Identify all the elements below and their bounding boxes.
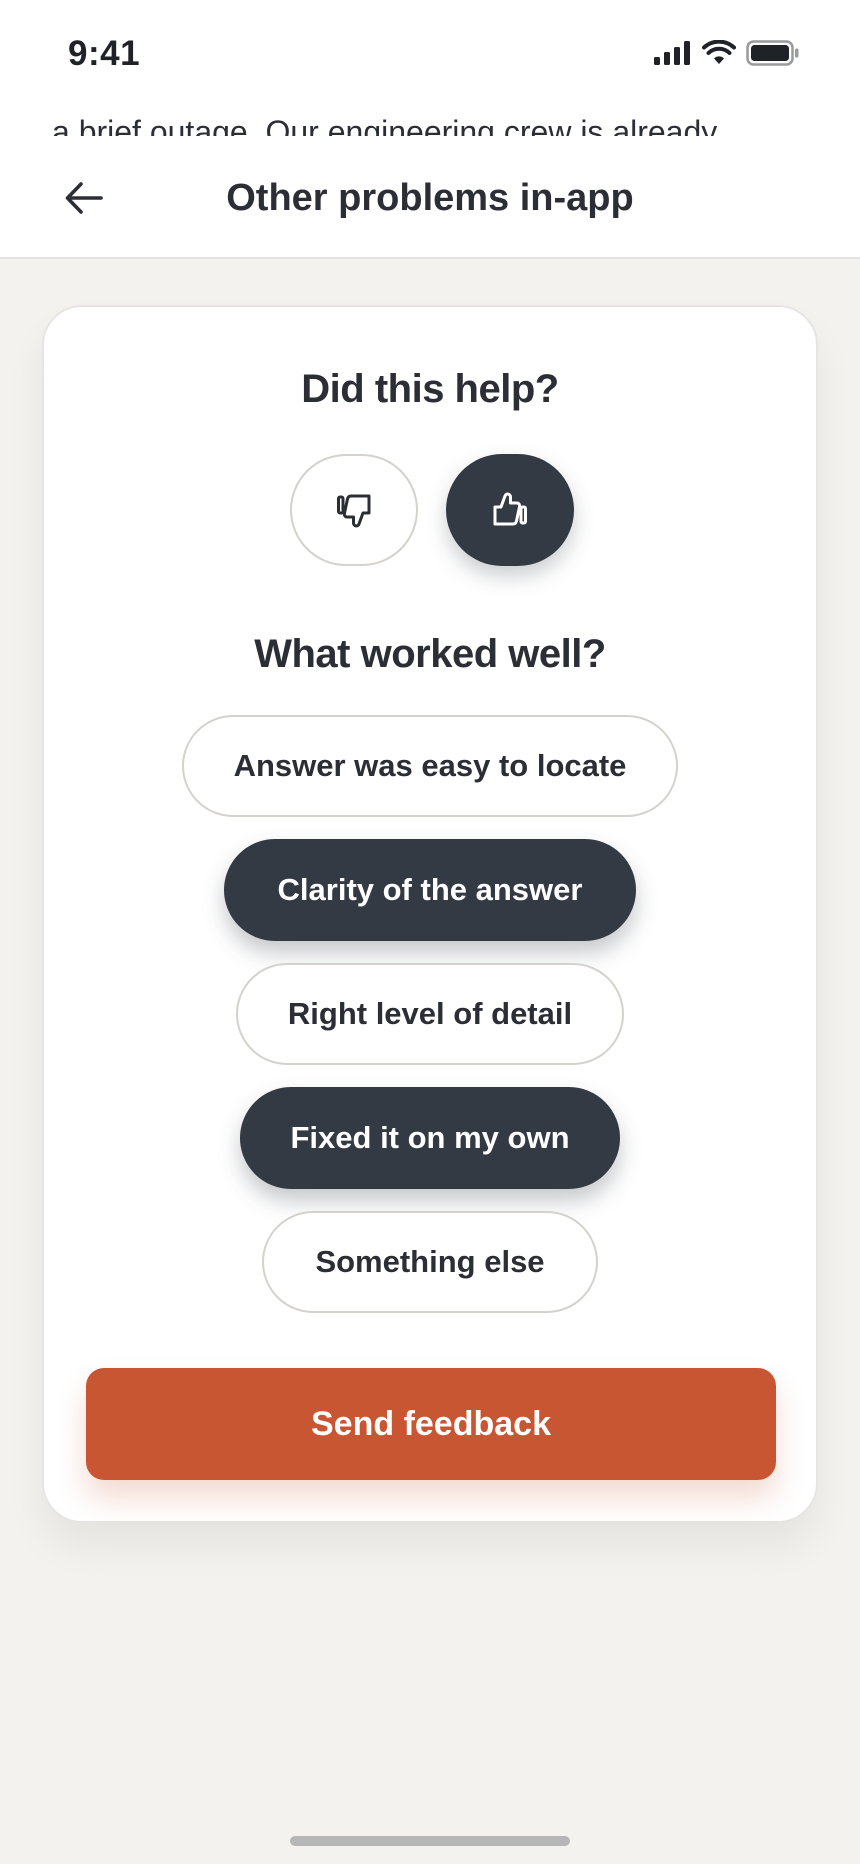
option-level-of-detail[interactable]: Right level of detail: [236, 963, 624, 1065]
scrolled-body-text: a brief outage. Our engineering crew is …: [52, 114, 718, 136]
thumbs-down-button[interactable]: [290, 454, 418, 566]
page-title: Other problems in-app: [226, 177, 634, 219]
option-easy-to-locate[interactable]: Answer was easy to locate: [182, 715, 678, 817]
status-icons: [654, 40, 800, 66]
option-something-else[interactable]: Something else: [262, 1211, 598, 1313]
feedback-options: Answer was easy to locate Clarity of the…: [44, 715, 816, 1335]
signal-icon: [654, 41, 690, 65]
wifi-icon: [702, 40, 736, 64]
helpful-question: Did this help?: [301, 367, 559, 411]
battery-icon: [746, 40, 799, 66]
status-time: 9:41: [68, 34, 141, 73]
app-header: 9:41 a brief outage. Our engineering cre…: [0, 0, 860, 259]
thumbs-up-icon: [493, 492, 527, 526]
follow-up-question: What worked well?: [254, 632, 606, 676]
option-clarity[interactable]: Clarity of the answer: [224, 839, 636, 941]
send-feedback-button[interactable]: Send feedback: [86, 1368, 776, 1480]
thumbs-up-button[interactable]: [446, 454, 574, 566]
home-indicator: [290, 1836, 570, 1846]
thumbs-down-icon: [337, 494, 371, 528]
feedback-card: Did this help? What worked well? Answer …: [42, 305, 818, 1523]
option-fixed-on-own[interactable]: Fixed it on my own: [240, 1087, 620, 1189]
